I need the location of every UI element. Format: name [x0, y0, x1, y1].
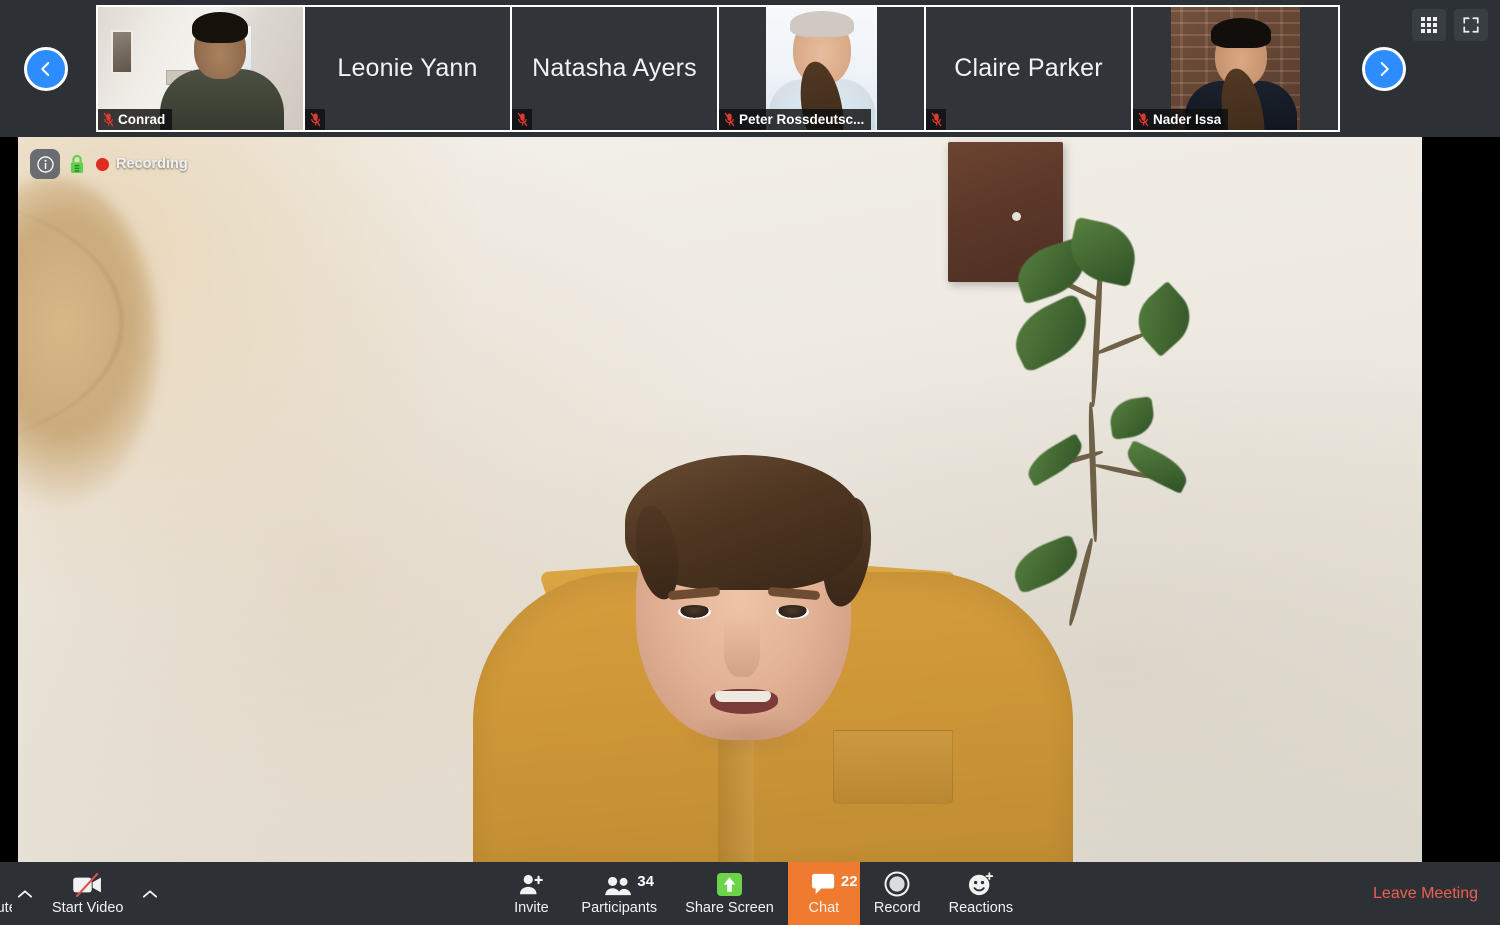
zoom-meeting-window: Conrad Leonie Yann Natasha Ayers Peter R… [0, 0, 1500, 925]
participants-count: 34 [637, 873, 654, 890]
mute-button-label: Unmute [0, 900, 12, 916]
muted-mic-icon [98, 109, 118, 130]
eye-right [776, 605, 809, 619]
tile-label: Peter Rossdeutsc... [739, 112, 865, 127]
tile-center-name: Leonie Yann [337, 54, 478, 82]
start-video-button[interactable]: Start Video [38, 862, 137, 925]
fullscreen-icon [1463, 17, 1479, 33]
eye-left [678, 605, 711, 619]
participant-filmstrip: Conrad Leonie Yann Natasha Ayers Peter R… [0, 0, 1500, 137]
filmstrip-tiles: Conrad Leonie Yann Natasha Ayers Peter R… [96, 5, 1340, 132]
muted-mic-icon [926, 109, 946, 130]
video-options-caret[interactable] [137, 862, 163, 925]
meeting-toolbar: Unmute Start Video [0, 862, 1500, 925]
reactions-button[interactable]: Reactions [935, 862, 1027, 925]
tile-name-badge [512, 109, 532, 130]
participant-tile-claire-parker[interactable]: Claire Parker [926, 7, 1131, 130]
tile-center-name: Natasha Ayers [532, 54, 697, 82]
share-up-arrow-icon [716, 871, 743, 897]
view-controls [1412, 9, 1488, 41]
chevron-up-icon [17, 889, 33, 898]
muted-mic-icon [512, 109, 532, 130]
chin-shadow [678, 712, 818, 760]
participant-tile-nader-issa[interactable]: Nader Issa [1133, 7, 1338, 130]
invite-button[interactable]: Invite [495, 862, 567, 925]
tile-name-badge [926, 109, 946, 130]
main-video-stage: Recording [0, 137, 1500, 862]
record-circle-icon [884, 871, 910, 897]
chevron-left-icon [41, 61, 50, 76]
participant-tile-conrad[interactable]: Conrad [98, 7, 303, 130]
toolbar-spacer-left [163, 862, 495, 925]
video-off-icon [71, 871, 105, 897]
recording-label: Recording [116, 156, 188, 172]
muted-mic-icon [719, 109, 739, 130]
shirt-pocket [833, 730, 953, 804]
mute-button-truncated[interactable]: Unmute [0, 862, 12, 925]
gallery-view-icon [1421, 17, 1437, 33]
active-speaker-video[interactable]: Recording [18, 137, 1422, 862]
participants-label: Participants [581, 900, 658, 916]
filmstrip-next-button[interactable] [1362, 46, 1406, 91]
add-person-icon [518, 871, 544, 897]
share-screen-label: Share Screen [685, 900, 774, 916]
start-video-label: Start Video [52, 900, 124, 916]
participant-tile-peter-rossdeutscher[interactable]: Peter Rossdeutsc... [719, 7, 924, 130]
meeting-status-overlay: Recording [30, 149, 188, 179]
filmstrip-prev-button[interactable] [24, 46, 68, 91]
invite-label: Invite [514, 900, 549, 916]
encryption-lock-icon [70, 154, 84, 173]
chevron-up-icon [143, 889, 158, 898]
tile-name-badge: Peter Rossdeutsc... [719, 109, 872, 130]
recording-dot-icon [96, 157, 109, 171]
leave-meeting-button[interactable]: Leave Meeting [1359, 862, 1500, 925]
fullscreen-button[interactable] [1454, 9, 1488, 41]
chat-bubble-icon: 22 [810, 871, 858, 897]
meeting-info-button[interactable] [30, 149, 60, 179]
chat-label: Chat [808, 900, 840, 916]
participant-person [18, 137, 1422, 862]
person-nose [724, 617, 760, 677]
tile-name-badge [305, 109, 325, 130]
recording-indicator[interactable]: Recording [96, 156, 188, 172]
share-screen-button[interactable]: Share Screen [671, 862, 788, 925]
tile-label: Nader Issa [1153, 112, 1222, 127]
person-teeth [715, 691, 771, 702]
record-label: Record [873, 900, 921, 916]
muted-mic-icon [1133, 109, 1153, 130]
tile-center-name: Claire Parker [954, 54, 1103, 82]
record-button[interactable]: Record [860, 862, 935, 925]
person-hair [625, 455, 863, 590]
audio-options-caret[interactable] [12, 862, 38, 925]
participants-button[interactable]: 34 Participants [567, 862, 671, 925]
reactions-label: Reactions [948, 900, 1014, 916]
chat-count: 22 [840, 873, 858, 890]
gallery-view-button[interactable] [1412, 9, 1446, 41]
chat-button[interactable]: 22 Chat [787, 862, 860, 925]
toolbar-spacer-right [1027, 862, 1359, 925]
encryption-status-button[interactable] [67, 151, 87, 177]
smiley-plus-icon [967, 871, 995, 897]
people-icon: 34 [604, 871, 654, 897]
leave-meeting-label: Leave Meeting [1373, 884, 1478, 902]
participant-tile-leonie-yann[interactable]: Leonie Yann [305, 7, 510, 130]
tile-label: Conrad [118, 112, 166, 127]
participant-tile-natasha-ayers[interactable]: Natasha Ayers [512, 7, 717, 130]
tile-name-badge: Conrad [98, 109, 173, 130]
tile-name-badge: Nader Issa [1133, 109, 1229, 130]
chevron-right-icon [1380, 61, 1389, 76]
muted-mic-icon [305, 109, 325, 130]
meeting-info-icon [36, 155, 54, 173]
